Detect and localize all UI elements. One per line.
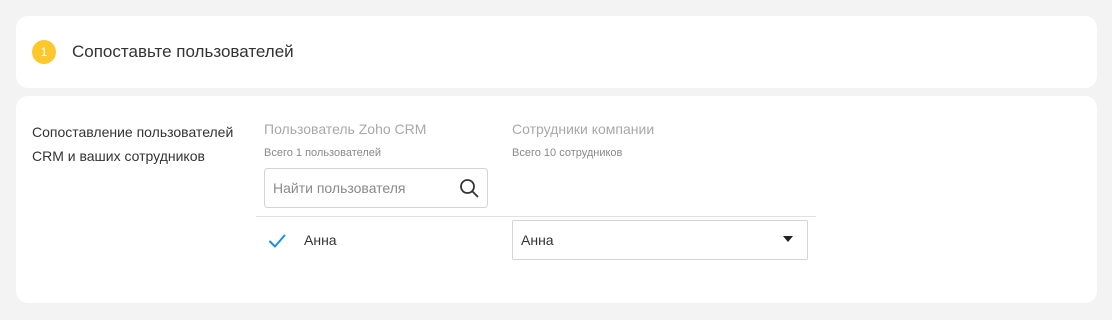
- table-divider: [256, 216, 816, 217]
- mapping-description-line: CRM и ваших сотрудников: [32, 148, 205, 164]
- search-input[interactable]: [265, 169, 453, 207]
- step-header-card: 1 Сопоставьте пользователей: [16, 16, 1097, 88]
- employees-column-title: Сотрудники компании: [512, 121, 655, 137]
- mapping-description-line: Сопоставление пользователей: [32, 124, 234, 140]
- search-icon[interactable]: [459, 178, 479, 198]
- mapping-description: Сопоставление пользователей CRM и ваших …: [32, 120, 252, 168]
- check-icon[interactable]: [268, 232, 286, 250]
- step-title: Сопоставьте пользователей: [72, 42, 294, 61]
- employee-select-value: Анна: [521, 232, 554, 248]
- crm-user-column-title: Пользователь Zoho CRM: [264, 121, 427, 137]
- caret-down-icon: [783, 236, 793, 242]
- employees-count: Всего 10 сотрудников: [512, 147, 623, 159]
- crm-user-count: Всего 1 пользователей: [264, 147, 382, 159]
- search-box: [264, 168, 488, 208]
- crm-user-name: Анна: [304, 232, 337, 248]
- employee-select[interactable]: Анна: [512, 220, 808, 260]
- user-mapping-card: Сопоставление пользователей CRM и ваших …: [16, 96, 1097, 303]
- step-number-badge: 1: [32, 40, 56, 64]
